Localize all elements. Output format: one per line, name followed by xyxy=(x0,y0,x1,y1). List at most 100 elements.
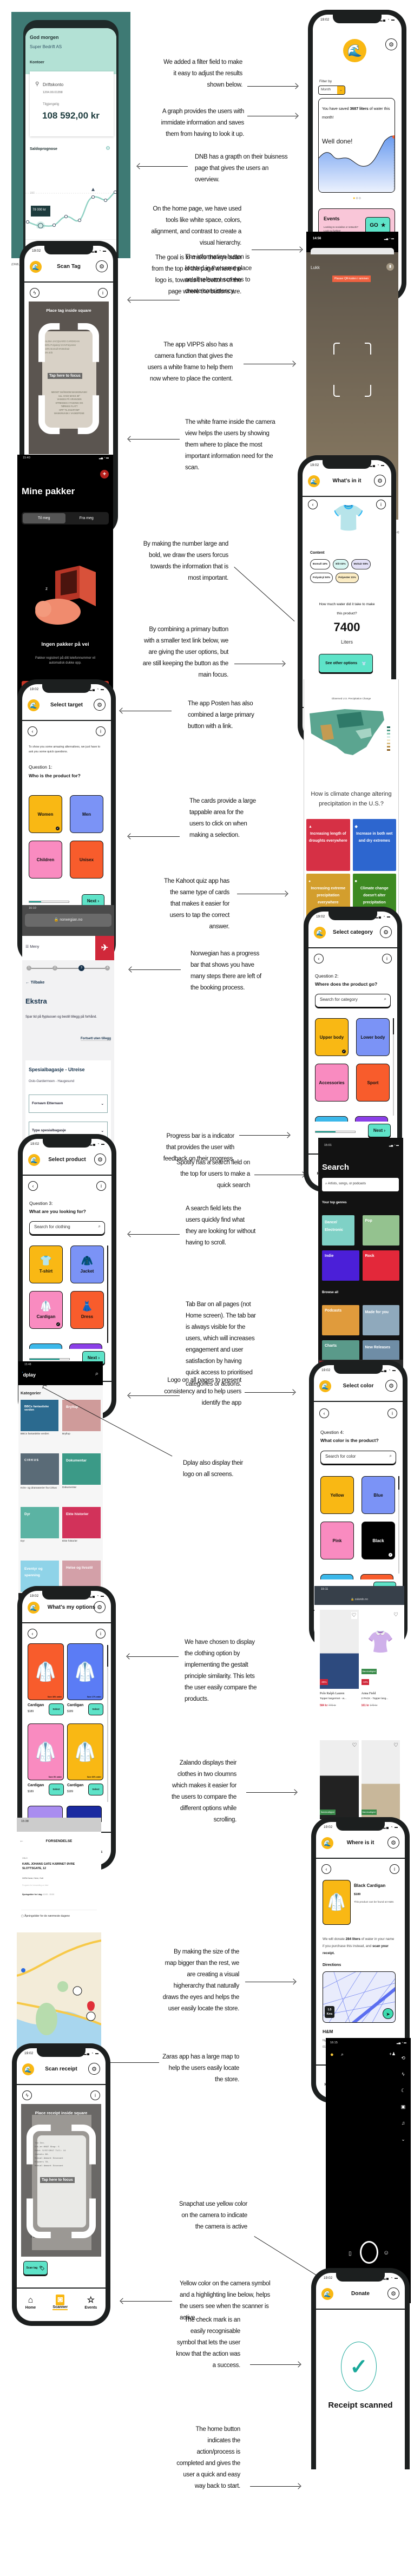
tab-events[interactable]: ☆Events xyxy=(84,2295,97,2310)
kahoot-answer[interactable]: ◆ Increase in both wet and dry extremes xyxy=(352,819,396,871)
back-icon[interactable]: ‹ xyxy=(308,500,318,509)
category-tile[interactable]: BBCs fantastiske verden BBCs fantastiske … xyxy=(21,1400,59,1453)
carousel-dots[interactable]: ●○○ xyxy=(313,196,402,200)
genre-tile[interactable]: Rock xyxy=(362,1250,399,1281)
zara-next-days[interactable]: ▢ Åpningstider for de nærmeste dagene xyxy=(21,1910,97,1918)
option-card-black[interactable]: Black ✓ xyxy=(362,1522,395,1559)
heart-icon[interactable]: ♡ xyxy=(351,1612,357,1619)
option-card-children[interactable]: Children xyxy=(29,841,62,879)
video-icon[interactable]: ▣ xyxy=(400,2099,406,2115)
search-icon[interactable]: ⌕ xyxy=(341,2051,344,2057)
dnb-account-card[interactable]: ⚲ Driftskonto 1204.00.01358 Tilgjengelig… xyxy=(30,71,114,136)
select-button[interactable]: Select xyxy=(88,1703,103,1715)
passenger-select[interactable]: Fornavn Etternavn ⌄ xyxy=(29,1094,108,1113)
dplay-logo[interactable]: 'dplay xyxy=(22,1372,36,1378)
norwegian-url-bar[interactable]: 🔒 norwegian.no xyxy=(25,914,111,927)
zalando-product[interactable]: ♡ -25% Polo Ralph Lauren Topper langerme… xyxy=(320,1610,359,1740)
night-mode-icon[interactable]: ☾ xyxy=(400,2082,406,2099)
gear-icon[interactable]: ⚙ xyxy=(380,926,392,938)
option-card-upper-body[interactable]: Upper body ✓ xyxy=(315,1018,349,1056)
gear-icon[interactable]: ⚙ xyxy=(94,1601,106,1613)
norwegian-menu[interactable]: ☰ Meny xyxy=(25,945,39,949)
flash-icon[interactable]: ϟ xyxy=(30,288,40,298)
zalando-url[interactable]: 🔒 zalando.no xyxy=(314,1598,404,1601)
back-icon[interactable]: ‹ xyxy=(28,1629,37,1638)
category-tile[interactable]: Dokumentar Dokumentar xyxy=(62,1453,101,1507)
info-icon[interactable]: i xyxy=(382,954,392,963)
gear-icon[interactable]: ⚙ xyxy=(96,260,108,272)
option-card-dress[interactable]: 👗 Dress xyxy=(70,1291,104,1329)
chevron-down-icon[interactable]: ⌄ xyxy=(400,2131,406,2147)
select-button[interactable]: Select xyxy=(49,1784,64,1795)
gear-icon[interactable]: ⚙ xyxy=(94,1153,106,1165)
segment-from-me[interactable]: Fra meg xyxy=(65,513,108,523)
genre-tile[interactable]: Dance/ Electronic xyxy=(322,1215,354,1246)
heart-icon[interactable]: ♡ xyxy=(352,1742,357,1748)
heart-icon[interactable]: ♡ xyxy=(393,1612,398,1618)
option-card-pink[interactable]: Pink xyxy=(320,1522,354,1559)
category-search-input[interactable]: Search for category ⌕ xyxy=(315,994,391,1007)
back-icon[interactable]: ‹ xyxy=(319,1408,329,1418)
flash-icon[interactable]: ϟ xyxy=(22,2090,32,2100)
option-card-women[interactable]: Women ✓ xyxy=(29,795,62,833)
heart-icon[interactable]: ♡ xyxy=(393,1742,398,1748)
option-card-blue[interactable]: Blue xyxy=(362,1476,395,1514)
music-icon[interactable]: ♫ xyxy=(400,2115,406,2131)
vipps-close[interactable]: Lukk xyxy=(311,265,320,270)
scrollbar[interactable] xyxy=(393,1018,394,1116)
option-card-accessories[interactable]: Accessories xyxy=(315,1064,349,1102)
memories-icon[interactable]: ▯ xyxy=(349,2251,352,2257)
lens-icon[interactable]: ☺ xyxy=(383,2250,389,2256)
navigate-icon[interactable]: ➤ xyxy=(383,2008,393,2019)
spotify-search-input[interactable]: ⌕ Artists, songs, or podcasts xyxy=(322,1178,399,1191)
flash-off-icon[interactable]: ϟ xyxy=(400,2066,406,2082)
clothing-search-input[interactable]: Search for clothing ⌕ xyxy=(29,1221,105,1235)
segment-to-me[interactable]: Til meg xyxy=(23,513,65,523)
gear-icon[interactable]: ⚙ xyxy=(374,475,386,487)
gear-icon[interactable]: ⚙ xyxy=(385,38,397,50)
option-card-sport[interactable]: Sport xyxy=(356,1064,390,1102)
browse-tile[interactable]: Made for you xyxy=(362,1305,399,1335)
back-icon[interactable]: ‹ xyxy=(28,726,37,736)
tab-home[interactable]: ⌂Home xyxy=(25,2295,36,2310)
info-icon[interactable]: i xyxy=(387,1408,397,1418)
info-icon[interactable]: i xyxy=(376,500,386,509)
category-tile[interactable]: CIRKUS Krim- og dramaserier fra Cirkus xyxy=(21,1453,59,1507)
gear-icon[interactable]: ⚙ xyxy=(94,699,106,711)
gear-icon[interactable]: ⚙ xyxy=(88,2063,100,2075)
genre-tile[interactable]: Pop xyxy=(362,1215,399,1246)
select-button[interactable]: Select xyxy=(88,1784,103,1795)
color-search-input[interactable]: Search for color ⌕ xyxy=(320,1451,396,1464)
norwegian-logo[interactable]: ✈ xyxy=(95,936,114,960)
see-other-options-button[interactable]: See other options 👕 xyxy=(319,654,373,673)
option-card-unisex[interactable]: Unisex xyxy=(70,841,103,879)
kahoot-answer[interactable]: ▲ Increasing length of droughts everywher… xyxy=(306,819,350,871)
back-icon[interactable]: ‹ xyxy=(321,1864,331,1874)
scrollbar[interactable] xyxy=(398,1476,399,1574)
scrollbar[interactable] xyxy=(107,1246,108,1343)
next-button[interactable]: Next › xyxy=(368,1124,391,1137)
gear-icon[interactable]: ⚙ xyxy=(387,1837,399,1849)
info-icon[interactable]: i xyxy=(98,288,108,298)
genre-tile[interactable]: Indie xyxy=(322,1250,359,1281)
info-icon[interactable]: i xyxy=(96,1629,106,1638)
info-icon[interactable]: i xyxy=(96,1181,106,1191)
option-card-men[interactable]: Men xyxy=(70,795,103,833)
info-icon[interactable]: i xyxy=(390,1864,399,1874)
bitmoji-icon[interactable]: ● xyxy=(330,2051,334,2058)
scrollbar[interactable] xyxy=(107,1645,108,1802)
camera-view[interactable]: Place tag inside square ALINA JACQUARD C… xyxy=(29,301,109,454)
flashlight-icon[interactable]: ▮ xyxy=(386,263,394,271)
scan-tag-button[interactable]: Scan tag 🏷 xyxy=(23,2261,48,2275)
option-card-lower-body[interactable]: Lower body xyxy=(356,1018,390,1056)
back-icon[interactable]: ‹ xyxy=(314,954,324,963)
directions-map[interactable]: 1.5 Kms ➤ xyxy=(323,1971,396,2023)
wave-logo[interactable]: 🌊 xyxy=(343,39,366,62)
norwegian-back-link[interactable]: ← Tilbake xyxy=(25,980,44,985)
option-card-jacket[interactable]: 🧥 Jacket xyxy=(70,1246,104,1283)
browse-tile[interactable]: Podcasts xyxy=(322,1305,359,1335)
search-icon[interactable]: ⌕ xyxy=(95,1371,98,1378)
gear-icon[interactable]: ⚙ xyxy=(387,2287,399,2299)
option-card-tshirt[interactable]: 👕 T-shirt xyxy=(29,1246,63,1283)
product-card[interactable]: 🥼 Save 17% water Cardigan $189 Select xyxy=(67,1643,103,1723)
